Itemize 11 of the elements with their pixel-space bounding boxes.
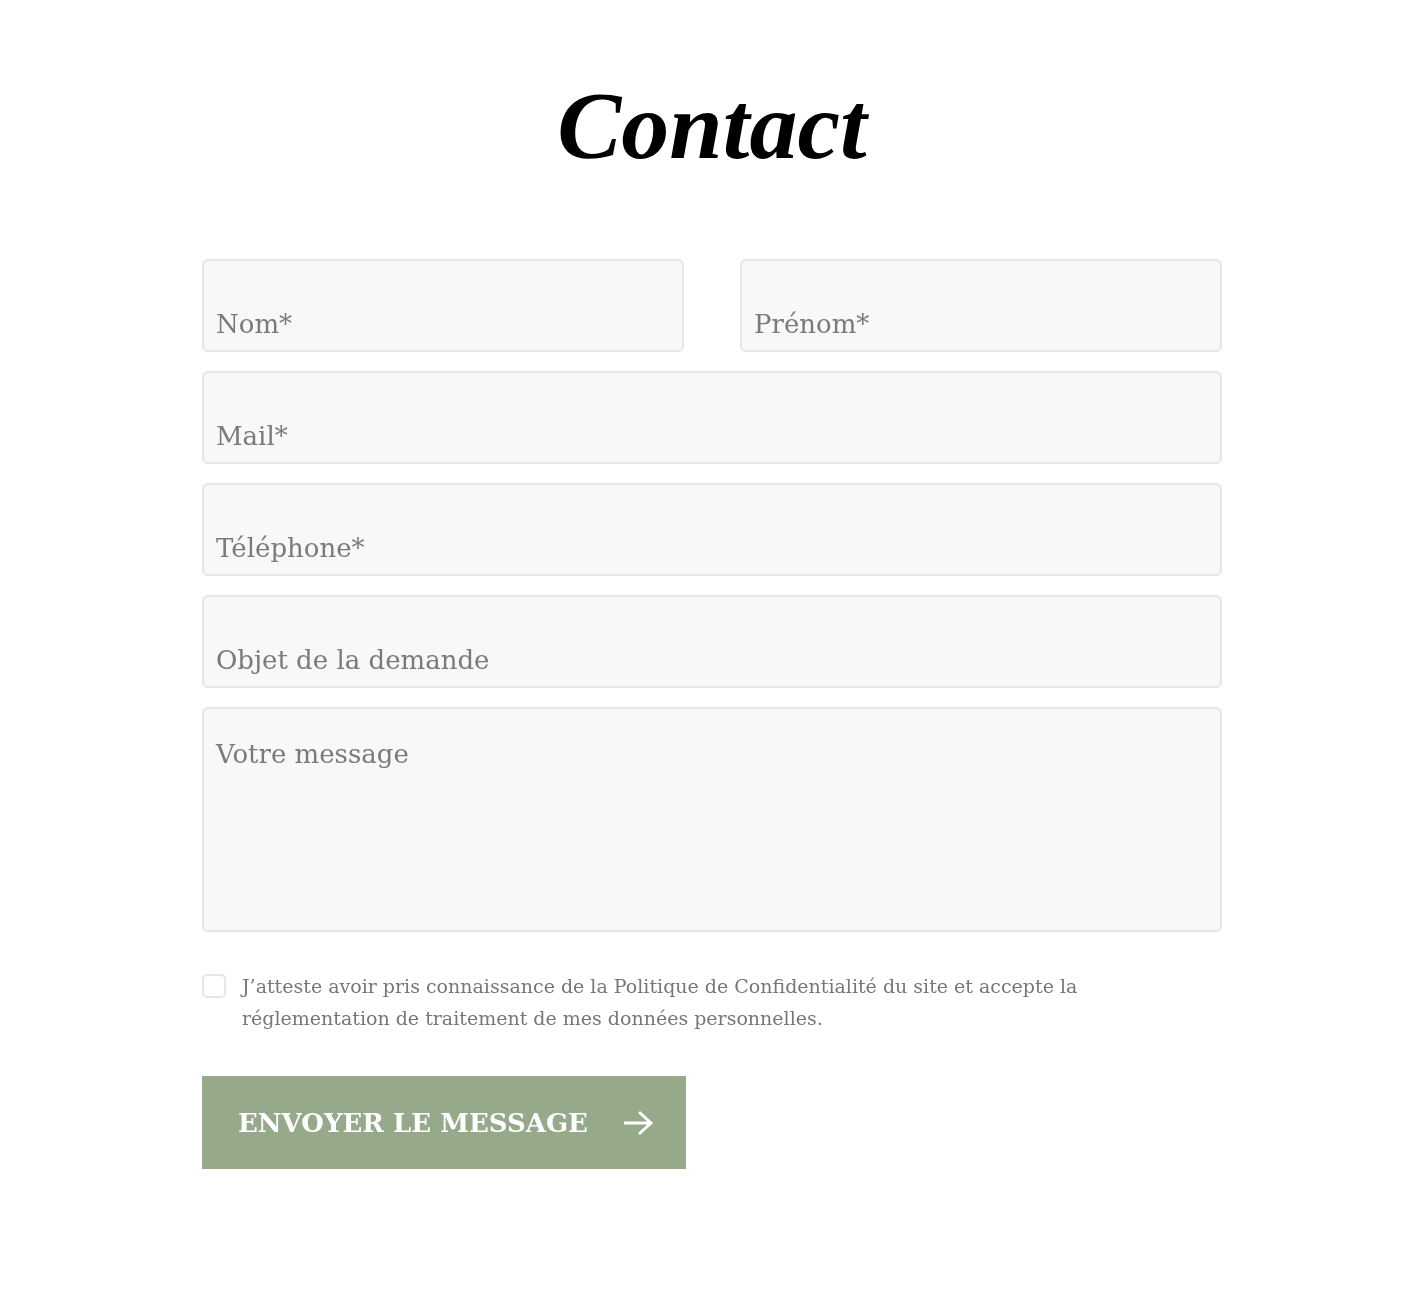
consent-checkbox[interactable] bbox=[202, 974, 226, 998]
input-field[interactable]: Prénom* bbox=[740, 259, 1222, 352]
input-field[interactable]: Mail* bbox=[202, 371, 1222, 464]
page-title: Contact bbox=[556, 78, 870, 174]
input-field[interactable]: Objet de la demande bbox=[202, 595, 1222, 688]
arrow-right-icon bbox=[621, 1108, 654, 1137]
input-field[interactable]: Nom* bbox=[202, 259, 684, 352]
message-field[interactable]: Votre message bbox=[202, 707, 1222, 932]
input-field[interactable]: Téléphone* bbox=[202, 483, 1222, 576]
send-button[interactable]: ENVOYER LE MESSAGE bbox=[202, 1076, 686, 1169]
consent-text: J’atteste avoir pris connaissance de la Politique de Confidentialité du site et accepte la réglementation de traitement de mes données personnelles. bbox=[242, 974, 1079, 1031]
